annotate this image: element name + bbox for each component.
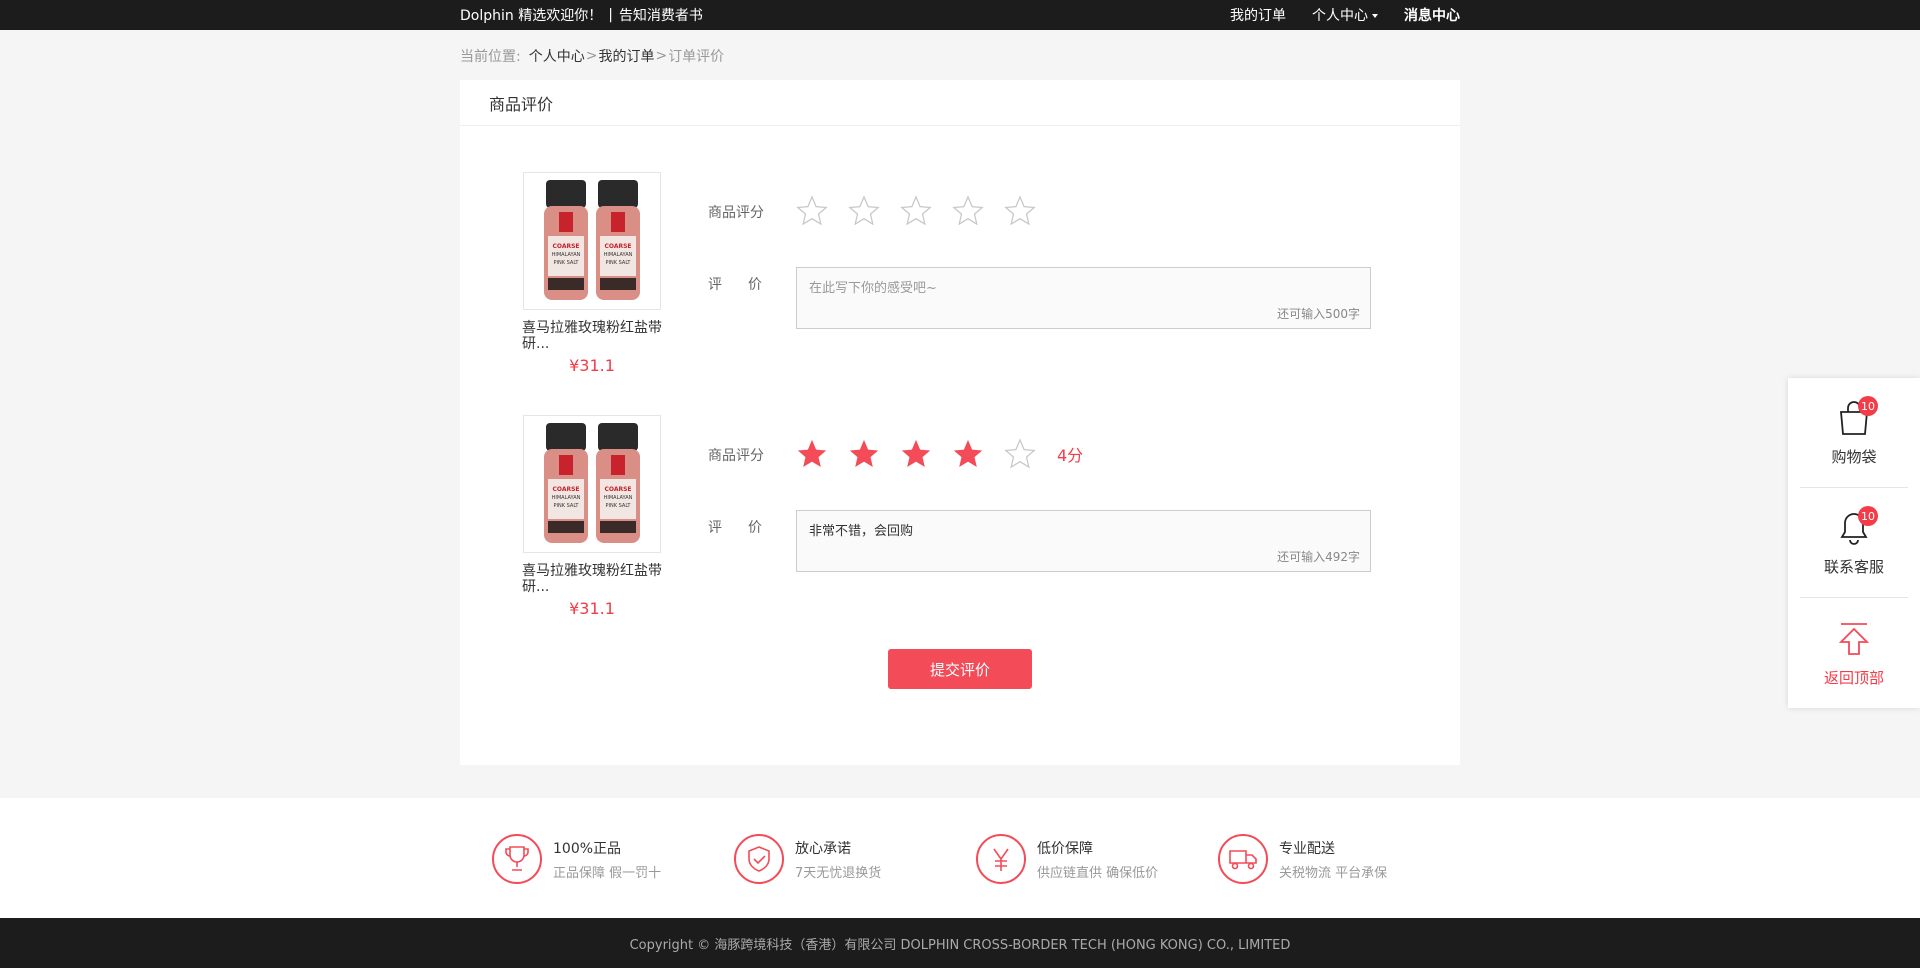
breadcrumb-current: 订单评价: [668, 49, 725, 65]
svg-text:COARSE: COARSE: [552, 486, 579, 493]
feature-subtitle: 7天无忧退换货: [795, 865, 882, 881]
sidebar-cart-label: 购物袋: [1831, 448, 1877, 466]
breadcrumb-my-orders[interactable]: 我的订单: [598, 46, 654, 66]
sidebar-service-label: 联系客服: [1823, 558, 1884, 576]
star-icon[interactable]: [951, 194, 985, 228]
topbar-separator: |: [608, 7, 613, 23]
shield-check-icon: [734, 834, 784, 884]
svg-text:HIMALAYAN: HIMALAYAN: [552, 495, 581, 501]
notice-link[interactable]: 告知消费者书: [619, 5, 703, 25]
delivery-truck-icon: [1218, 834, 1268, 884]
svg-text:PINK SALT: PINK SALT: [606, 260, 632, 266]
guarantee-strip: 100%正品 正品保障 假一罚十 放心承诺 7天无忧退换货 低价保障 供应链直供…: [0, 798, 1920, 918]
score-text: 4分: [1057, 446, 1084, 465]
feature-item: 低价保障 供应链直供 确保低价: [976, 834, 1218, 884]
svg-text:COARSE: COARSE: [604, 243, 631, 250]
rating-label: 商品评分: [708, 205, 764, 221]
star-rating[interactable]: 4分: [795, 437, 1083, 471]
svg-text:PINK SALT: PINK SALT: [606, 503, 632, 509]
sidebar-cart[interactable]: 10 购物袋: [1800, 378, 1908, 488]
review-panel: 商品评价 COARSE HIMALAYAN PINK SALT COARSE H…: [460, 80, 1460, 765]
svg-text:HIMALAYAN: HIMALAYAN: [604, 252, 633, 258]
trophy-icon: [492, 834, 542, 884]
comment-text: 非常不错，会回购: [809, 524, 914, 539]
star-filled-icon[interactable]: [951, 437, 985, 471]
feature-subtitle: 供应链直供 确保低价: [1037, 865, 1159, 881]
star-icon[interactable]: [1003, 437, 1037, 471]
product-price: ¥31.1: [569, 599, 615, 618]
feature-subtitle: 关税物流 平台承保: [1279, 865, 1388, 881]
cart-badge: 10: [1858, 396, 1878, 416]
salt-grinder-image: COARSE HIMALAYAN PINK SALT COARSE HIMALA…: [544, 180, 640, 300]
char-remaining: 还可输入492字: [1277, 550, 1360, 564]
star-icon[interactable]: [1003, 194, 1037, 228]
sidebar-top-label: 返回顶部: [1823, 668, 1884, 687]
star-icon[interactable]: [795, 194, 829, 228]
feature-item: 100%正品 正品保障 假一罚十: [492, 834, 734, 884]
breadcrumb-prefix: 当前位置:: [460, 49, 521, 65]
comment-textarea[interactable]: 在此写下你的感受吧~ 还可输入500字: [796, 267, 1371, 329]
breadcrumb: 当前位置: 个人中心 > 我的订单 > 订单评价: [460, 30, 1460, 80]
svg-text:COARSE: COARSE: [552, 243, 579, 250]
comment-label: 评价: [708, 274, 762, 294]
sidebar-back-to-top[interactable]: 返回顶部: [1800, 598, 1908, 708]
star-rating[interactable]: [795, 194, 1055, 228]
product-image[interactable]: COARSE HIMALAYAN PINK SALT COARSE HIMALA…: [523, 415, 661, 553]
comment-label-b: 价: [748, 520, 762, 536]
star-icon[interactable]: [899, 194, 933, 228]
breadcrumb-personal-center[interactable]: 个人中心: [529, 46, 585, 66]
comment-label-a: 评: [708, 277, 722, 293]
rating-label: 商品评分: [708, 448, 764, 464]
comment-textarea[interactable]: 非常不错，会回购 还可输入492字: [796, 510, 1371, 572]
arrow-up-icon: [1834, 619, 1874, 659]
svg-text:PINK SALT: PINK SALT: [554, 260, 580, 266]
footer-copyright: Copyright © 海豚跨境科技（香港）有限公司 DOLPHIN CROSS…: [0, 918, 1920, 968]
my-orders-link[interactable]: 我的订单: [1230, 5, 1286, 25]
star-filled-icon[interactable]: [847, 437, 881, 471]
comment-label: 评价: [708, 517, 762, 537]
svg-text:PINK SALT: PINK SALT: [554, 503, 580, 509]
feature-title: 专业配送: [1279, 840, 1335, 857]
service-badge: 10: [1858, 506, 1878, 526]
feature-subtitle: 正品保障 假一罚十: [553, 865, 662, 881]
product-image[interactable]: COARSE HIMALAYAN PINK SALT COARSE HIMALA…: [523, 172, 661, 310]
star-filled-icon[interactable]: [899, 437, 933, 471]
welcome-text: Dolphin 精选欢迎你！: [460, 8, 603, 24]
panel-title: 商品评价: [460, 80, 1460, 126]
svg-text:COARSE: COARSE: [604, 486, 631, 493]
svg-text:HIMALAYAN: HIMALAYAN: [604, 495, 633, 501]
sidebar-service[interactable]: 10 联系客服: [1800, 488, 1908, 598]
review-item: COARSE HIMALAYAN PINK SALT COARSE HIMALA…: [460, 172, 1460, 382]
review-item: COARSE HIMALAYAN PINK SALT COARSE HIMALA…: [460, 415, 1460, 625]
bell-icon: 10: [1834, 506, 1878, 548]
feature-title: 低价保障: [1037, 840, 1093, 857]
personal-center-label: 个人中心: [1312, 8, 1368, 24]
caret-down-icon: [1372, 14, 1378, 18]
char-remaining: 还可输入500字: [1277, 307, 1360, 321]
comment-label-a: 评: [708, 520, 722, 536]
message-center-link[interactable]: 消息中心: [1404, 5, 1460, 25]
submit-review-button[interactable]: 提交评价: [888, 649, 1032, 689]
star-filled-icon[interactable]: [795, 437, 829, 471]
top-bar: Dolphin 精选欢迎你！ | 告知消费者书 我的订单 个人中心 消息中心: [0, 0, 1920, 30]
personal-center-menu[interactable]: 个人中心: [1312, 5, 1378, 25]
breadcrumb-sep: >: [585, 48, 598, 64]
shopping-bag-icon: 10: [1834, 396, 1878, 438]
feature-title: 100%正品: [553, 840, 622, 857]
product-price: ¥31.1: [569, 356, 615, 375]
breadcrumb-sep: >: [655, 48, 668, 64]
product-name[interactable]: 喜马拉雅玫瑰粉红盐带研...: [522, 320, 667, 352]
feature-title: 放心承诺: [795, 840, 851, 857]
product-name[interactable]: 喜马拉雅玫瑰粉红盐带研...: [522, 563, 667, 595]
yen-icon: [976, 834, 1026, 884]
star-icon[interactable]: [847, 194, 881, 228]
svg-text:HIMALAYAN: HIMALAYAN: [552, 252, 581, 258]
feature-item: 专业配送 关税物流 平台承保: [1218, 834, 1460, 884]
comment-label-b: 价: [748, 277, 762, 293]
salt-grinder-image: COARSE HIMALAYAN PINK SALT COARSE HIMALA…: [544, 423, 640, 543]
feature-item: 放心承诺 7天无忧退换货: [734, 834, 976, 884]
comment-placeholder: 在此写下你的感受吧~: [809, 281, 937, 296]
floating-sidebar: 10 购物袋 10 联系客服 返回顶部: [1788, 378, 1920, 708]
